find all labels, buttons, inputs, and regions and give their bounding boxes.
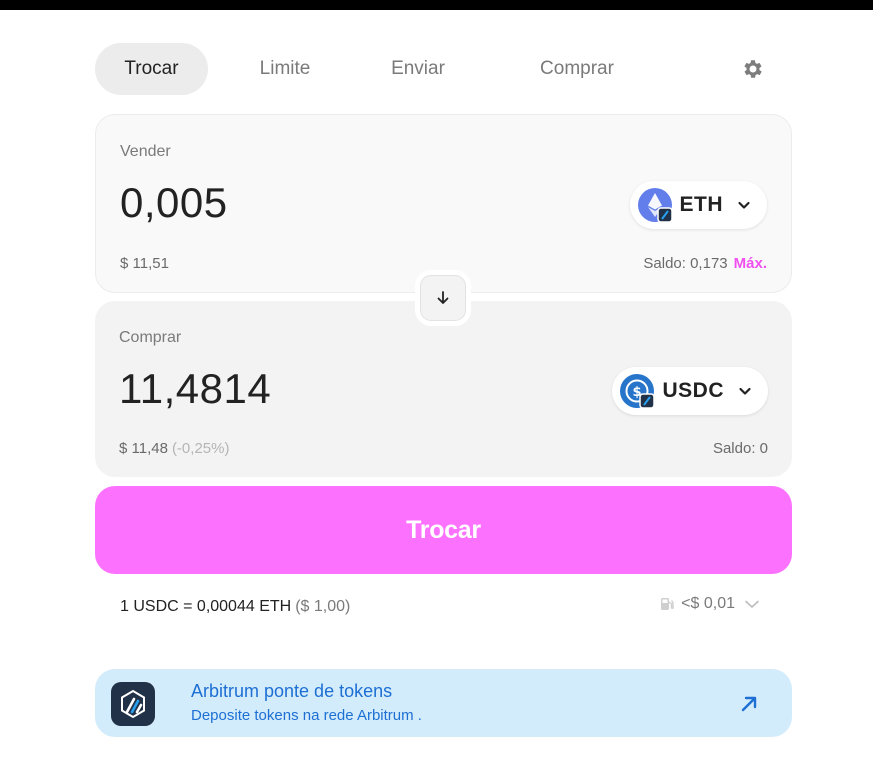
sell-balance: Saldo: 0,173 Máx. [643, 255, 767, 272]
sell-panel: Vender 0,005 $ 11,51 ETH Saldo: 0,173 Máx… [95, 114, 792, 293]
buy-balance: Saldo: 0 [712, 440, 768, 457]
banner-title: Arbitrum ponte de tokens [191, 681, 393, 701]
gas-fee-toggle[interactable]: <$ 0,01 [659, 595, 761, 613]
buy-token-symbol: USDC [662, 379, 724, 402]
buy-panel: Comprar 11,4814 $ 11,48 (-0,25%) $ USDC S… [95, 301, 792, 477]
buy-label: Comprar [119, 329, 182, 346]
arbitrum-logo-icon [111, 682, 155, 726]
arrow-down-icon [437, 291, 449, 304]
banner-subtitle: Deposite tokens na rede Arbitrum . [191, 707, 422, 724]
eth-token-icon [637, 188, 673, 223]
tab-limite[interactable]: Limite [245, 43, 325, 95]
chevron-down-icon [738, 201, 750, 209]
buy-token-selector[interactable]: $ USDC [612, 367, 768, 415]
chevron-down-icon [745, 600, 759, 608]
sell-token-selector[interactable]: ETH [629, 181, 767, 229]
rate-text: 1 USDC = 0,00044 ETH [120, 598, 292, 615]
tab-enviar[interactable]: Enviar [383, 43, 453, 95]
price-impact: (-0,25%) [171, 440, 230, 457]
gas-fee-value: <$ 0,01 [681, 595, 735, 612]
swap-button[interactable]: Trocar [95, 486, 792, 574]
chevron-down-icon [739, 387, 751, 395]
arrow-up-right-icon [741, 696, 757, 712]
arbitrum-bridge-banner[interactable]: Arbitrum ponte de tokens Deposite tokens… [95, 669, 792, 737]
swap-tabs: Trocar Limite Enviar Comprar [95, 43, 792, 95]
sell-amount-input[interactable]: 0,005 [120, 179, 228, 227]
switch-direction-button[interactable] [415, 270, 471, 326]
usdc-token-icon: $ [620, 374, 656, 409]
sell-token-symbol: ETH [679, 193, 723, 216]
tab-comprar[interactable]: Comprar [527, 43, 627, 95]
exchange-rate[interactable]: 1 USDC = 0,00044 ETH ($ 1,00) [120, 598, 350, 616]
tab-trocar[interactable]: Trocar [95, 43, 208, 95]
sell-label: Vender [120, 143, 171, 160]
sell-balance-text: Saldo: 0,173 [643, 255, 728, 272]
buy-usd-text: $ 11,48 [119, 440, 168, 457]
settings-gear-icon[interactable] [740, 57, 764, 81]
swap-page: Trocar Limite Enviar Comprar Vender 0,00… [0, 10, 873, 766]
buy-amount-input[interactable]: 11,4814 [119, 365, 271, 413]
buy-usd-value: $ 11,48 (-0,25%) [119, 440, 229, 457]
max-button[interactable]: Máx. [734, 255, 767, 272]
rate-usd: ($ 1,00) [295, 598, 351, 615]
sell-usd-value: $ 11,51 [120, 255, 169, 272]
gas-pump-icon [661, 598, 674, 610]
